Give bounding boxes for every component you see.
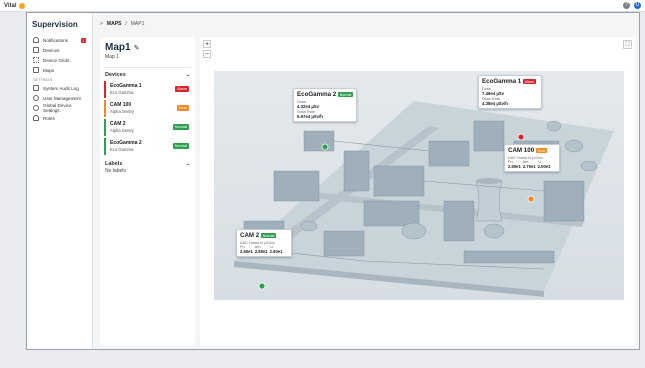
sidebar-nav: Notifications 1 Devices Device Grids Map… — [27, 35, 92, 123]
bell-icon — [33, 37, 39, 43]
sidebar-item-label: Global Device Settings — [43, 103, 72, 113]
status-badge: Alarm — [523, 79, 536, 84]
settings-section-header: SETTINGS — [33, 78, 52, 82]
device-list-item[interactable]: EcoGamma 1 Eco Gamma Alarm — [104, 81, 191, 98]
sidebar-item-maps[interactable]: Maps — [27, 65, 92, 75]
divider — [104, 67, 191, 68]
sidebar-item-label: User Management — [43, 95, 81, 101]
sidebar-item-label: Devices — [43, 47, 60, 53]
user-avatar-icon[interactable]: U — [634, 2, 641, 9]
popup-value: 2.00e1 — [537, 163, 551, 169]
labels-header-label: Labels — [105, 161, 123, 167]
device-pin-ecogamma2[interactable] — [321, 143, 329, 151]
popup-device-name: CAM 2 — [240, 232, 260, 239]
device-type: Alpha Sentry — [110, 109, 134, 114]
help-icon[interactable]: ? — [623, 2, 630, 9]
status-badge: Normal — [172, 143, 189, 149]
device-list-item[interactable]: CAM 2 Alpha Sentry Normal — [104, 119, 191, 136]
device-list: EcoGamma 1 Eco Gamma Alarm CAM 100 Alpha… — [100, 81, 195, 155]
device-popup-cam2[interactable]: CAM 2 Normal DAC Hours in µCi/cc Pu Am U… — [236, 229, 292, 257]
popup-value: 2.60e1 — [269, 248, 283, 254]
map-icon — [33, 67, 39, 73]
app-brand[interactable]: Vital — [4, 2, 25, 9]
industrial-plant-illustration — [214, 71, 624, 300]
sidebar-item-label: Device Grids — [43, 57, 70, 63]
popup-value: 7.46e4 µSv — [482, 90, 505, 96]
sidebar-item-label: Roles — [43, 115, 55, 121]
plant-map-image[interactable]: EcoGamma 2 Normal Dose 4.32e4 µSv Dose R… — [214, 71, 624, 300]
brand-name: Vital — [4, 2, 17, 9]
app-frame: Supervision Notifications 1 Devices Devi… — [26, 12, 640, 350]
device-icon — [33, 47, 39, 53]
breadcrumb: > MAPS / MAP1 — [94, 13, 640, 35]
fullscreen-button[interactable]: ⛶ — [623, 40, 632, 49]
device-pin-cam100[interactable] — [527, 195, 535, 203]
status-badge: Error — [176, 105, 189, 111]
device-name: CAM 100 — [110, 102, 132, 108]
sidebar-item-label: System Audit Log — [43, 85, 79, 91]
status-badge: Normal — [172, 124, 189, 130]
labels-empty-text: No labels — [105, 168, 126, 174]
breadcrumb-maps-link[interactable]: MAPS — [107, 21, 121, 27]
popup-value: 2.60e1 — [240, 248, 253, 254]
status-badge: Normal — [338, 92, 353, 97]
breadcrumb-current: MAP1 — [130, 21, 145, 27]
document-icon — [33, 85, 39, 91]
popup-value: 4.32e4 µSv — [297, 103, 320, 109]
map-details-panel: Map1 ✎ Map 1 Devices ⌄ EcoGamma 1 Eco Ga… — [100, 37, 195, 345]
devices-section-header[interactable]: Devices ⌄ — [100, 72, 195, 78]
device-popup-ecogamma2[interactable]: EcoGamma 2 Normal Dose 4.32e4 µSv Dose R… — [293, 88, 357, 122]
sidebar: Supervision Notifications 1 Devices Devi… — [27, 13, 93, 349]
breadcrumb-separator: > — [100, 21, 103, 27]
popup-device-name: EcoGamma 2 — [297, 91, 337, 98]
sidebar-item-device-grids[interactable]: Device Grids — [27, 55, 92, 65]
grid-icon — [33, 57, 39, 63]
map-viewer[interactable]: + − ⛶ EcoGamma 2 Normal Dose 4.32e4 µSv … — [200, 37, 635, 345]
device-list-item[interactable]: CAM 100 Alpha Sentry Error — [104, 100, 191, 117]
popup-value: 4.38e4 µSv/h — [482, 101, 508, 106]
users-icon — [33, 95, 39, 101]
status-badge: Alarm — [175, 86, 189, 92]
zoom-out-button[interactable]: − — [203, 50, 211, 58]
sidebar-item-user-management[interactable]: User Management — [27, 93, 92, 103]
sidebar-item-system-audit-log[interactable]: System Audit Log — [27, 83, 92, 93]
device-list-item[interactable]: EcoGamma 2 Eco Gamma Normal — [104, 138, 191, 155]
roles-icon — [33, 115, 39, 121]
status-badge: Error — [536, 148, 548, 153]
zoom-in-button[interactable]: + — [203, 40, 211, 48]
zoom-controls: + − — [203, 40, 211, 58]
breadcrumb-separator: / — [125, 21, 127, 27]
popup-value: 2.85e1 — [254, 248, 268, 254]
map-subtitle: Map 1 — [105, 54, 119, 60]
device-popup-ecogamma1[interactable]: EcoGamma 1 Alarm Dose 7.46e4 µSv Dose Ra… — [478, 75, 542, 109]
popup-value: 5.67e4 µSv/h — [297, 114, 323, 119]
sidebar-item-devices[interactable]: Devices — [27, 45, 92, 55]
top-bar: Vital ? U — [0, 0, 645, 12]
sidebar-item-roles[interactable]: Roles — [27, 113, 92, 123]
brand-logo-icon — [18, 2, 25, 9]
device-pin-ecogamma1[interactable] — [517, 133, 525, 141]
gear-icon — [33, 105, 39, 111]
status-badge: Normal — [261, 233, 276, 238]
sidebar-item-global-device-settings[interactable]: Global Device Settings — [27, 103, 92, 113]
edit-pencil-icon[interactable]: ✎ — [134, 44, 140, 52]
map-title: Map1 — [105, 42, 131, 53]
chevron-down-icon: ⌄ — [185, 161, 190, 167]
sidebar-item-label: Maps — [43, 67, 55, 73]
popup-device-name: EcoGamma 1 — [482, 78, 522, 85]
popup-device-name: CAM 100 — [508, 147, 535, 154]
popup-value: 2.50e1 — [508, 163, 521, 169]
sidebar-title: Supervision — [32, 20, 78, 29]
devices-header-label: Devices — [105, 72, 126, 78]
notification-count-badge: 1 — [80, 37, 86, 43]
sidebar-item-label: Notifications — [43, 37, 69, 43]
popup-value: 2.75e1 — [522, 163, 536, 169]
device-pin-cam2[interactable] — [258, 282, 266, 290]
sidebar-item-notifications[interactable]: Notifications 1 — [27, 35, 92, 45]
device-popup-cam100[interactable]: CAM 100 Error DAC Hours in µCi/cc Pu Am … — [504, 144, 560, 172]
chevron-down-icon: ⌄ — [185, 72, 190, 78]
